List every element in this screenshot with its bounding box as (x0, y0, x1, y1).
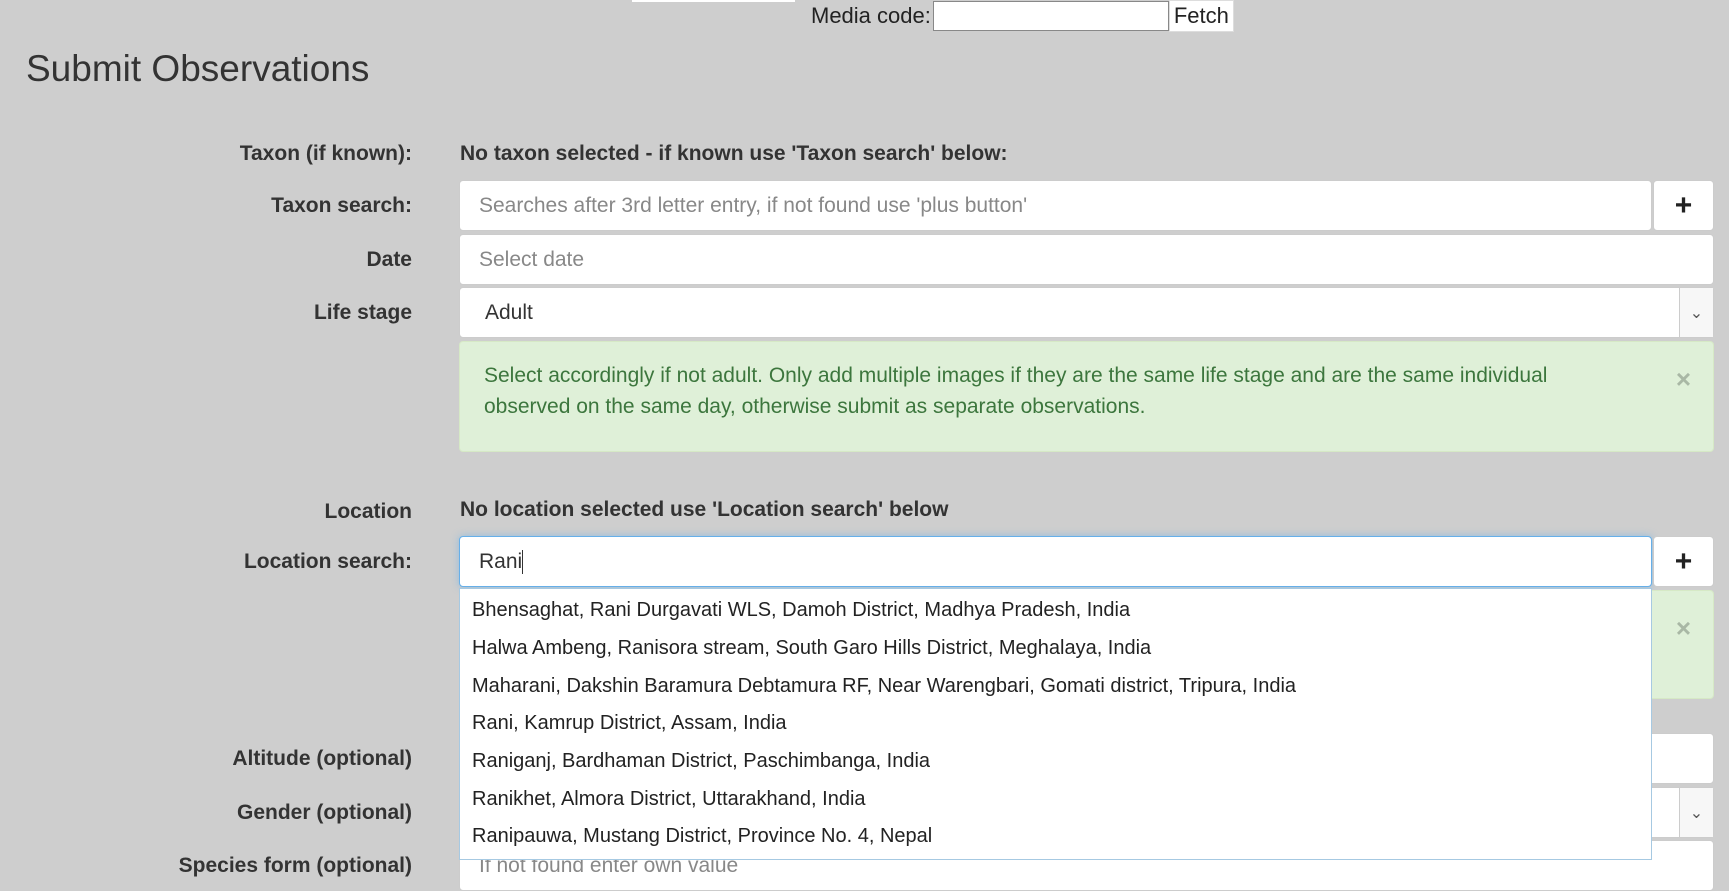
location-search-input[interactable]: Rani (459, 536, 1652, 587)
gender-label: Gender (optional) (237, 801, 412, 824)
media-code-label: Media code: (811, 3, 931, 28)
taxon-known-label: Taxon (if known): (239, 142, 412, 165)
page-title: Submit Observations (26, 48, 370, 89)
date-placeholder: Select date (479, 247, 585, 271)
taxon-search-placeholder: Searches after 3rd letter entry, if not … (479, 193, 1028, 217)
location-status: No location selected use 'Location searc… (460, 498, 949, 521)
taxon-status: No taxon selected - if known use 'Taxon … (460, 142, 1008, 165)
life-stage-label: Life stage (313, 301, 412, 324)
close-icon[interactable]: × (1676, 613, 1691, 644)
plus-icon: + (1674, 188, 1693, 222)
date-label: Date (366, 248, 412, 271)
location-suggestions-dropdown: Bhensaghat, Rani Durgavati WLS, Damoh Di… (459, 588, 1652, 860)
species-form-label: Species form (optional) (178, 854, 412, 877)
media-code-bar: Media code: Fetch (811, 0, 1234, 32)
life-stage-value: Adult (485, 300, 533, 324)
suggestion-item[interactable]: Ranikhet, Almora District, Uttarakhand, … (460, 780, 1651, 818)
suggestion-item[interactable]: Halwa Ambeng, Ranisora stream, South Gar… (460, 630, 1651, 668)
altitude-label: Altitude (optional) (232, 747, 412, 770)
suggestion-item[interactable]: Maharani, Dakshin Baramura Debtamura RF,… (460, 667, 1651, 705)
top-strip (632, 0, 795, 2)
taxon-search-input[interactable]: Searches after 3rd letter entry, if not … (459, 180, 1652, 231)
taxon-search-label: Taxon search: (271, 194, 412, 217)
chevron-down-icon: ⌄ (1679, 288, 1713, 337)
date-input[interactable]: Select date (459, 234, 1714, 285)
plus-icon: + (1674, 544, 1693, 578)
add-taxon-button[interactable]: + (1653, 180, 1714, 231)
suggestion-item[interactable]: Rani, Kamrup District, Assam, India (460, 705, 1651, 743)
life-stage-select[interactable]: Adult ⌄ (459, 287, 1714, 338)
close-icon[interactable]: × (1676, 364, 1691, 395)
suggestion-item[interactable]: Raniganj, Bardhaman District, Paschimban… (460, 743, 1651, 781)
chevron-down-icon: ⌄ (1679, 788, 1713, 837)
location-search-value: Rani (479, 549, 523, 573)
location-search-label: Location search: (243, 550, 412, 573)
location-label: Location (324, 500, 413, 523)
add-location-button[interactable]: + (1653, 536, 1714, 587)
life-stage-alert-text: Select accordingly if not adult. Only ad… (484, 364, 1548, 418)
media-code-input[interactable] (932, 1, 1169, 31)
fetch-button[interactable]: Fetch (1168, 0, 1234, 32)
suggestion-item[interactable]: Bhensaghat, Rani Durgavati WLS, Damoh Di… (460, 592, 1651, 630)
life-stage-alert: Select accordingly if not adult. Only ad… (459, 341, 1714, 452)
suggestion-item[interactable]: Ranipauwa, Mustang District, Province No… (460, 818, 1651, 856)
